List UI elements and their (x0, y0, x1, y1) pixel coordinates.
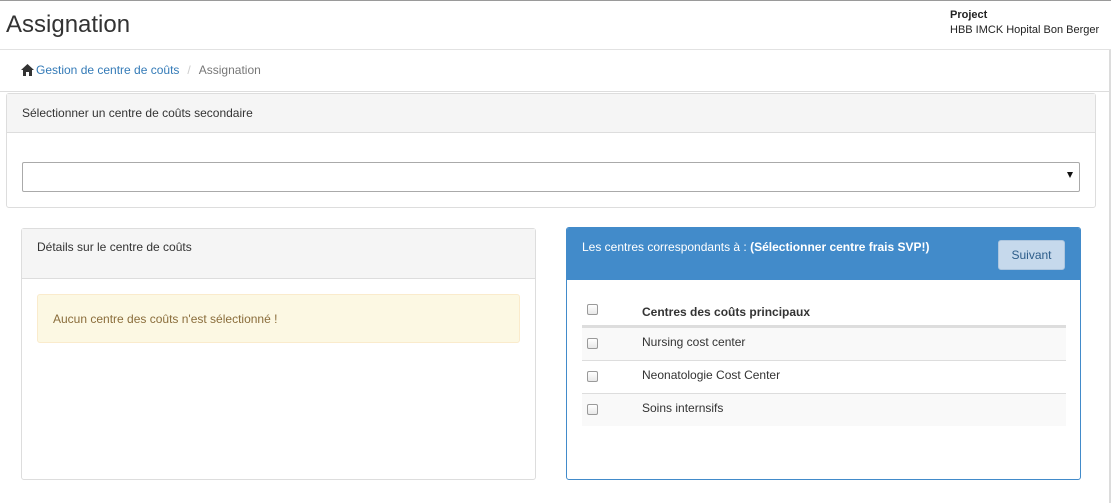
breadcrumb-current: Assignation (198, 63, 261, 77)
page-title: Assignation (6, 11, 131, 38)
table-row: Neonatologie Cost Center (582, 360, 1066, 393)
home-icon (21, 64, 34, 76)
select-all-checkbox[interactable] (587, 304, 598, 315)
matching-centers-panel: Les centres correspondants à : (Sélectio… (566, 227, 1081, 480)
row-checkbox[interactable] (587, 404, 598, 415)
no-selection-alert: Aucun centre des coûts n'est sélectionné… (37, 294, 520, 343)
secondary-cost-center-panel: Sélectionner un centre de coûts secondai… (6, 93, 1096, 208)
panel-heading: Les centres correspondants à : (Sélectio… (567, 228, 1080, 280)
heading-instruction: (Sélectionner centre frais SVP!) (750, 240, 930, 254)
dropdown-arrow-icon (1067, 172, 1073, 178)
secondary-cost-center-select[interactable] (22, 162, 1080, 192)
table-row: Nursing cost center (582, 327, 1066, 360)
row-label: Nursing cost center (642, 335, 746, 349)
breadcrumb-separator: / (187, 63, 191, 77)
table-row: Soins internsifs (582, 393, 1066, 426)
top-header: Assignation Project HBB IMCK Hopital Bon… (0, 0, 1111, 50)
row-checkbox[interactable] (587, 371, 598, 382)
heading-prefix: Les centres correspondants à : (582, 240, 751, 254)
project-name: HBB IMCK Hopital Bon Berger (950, 24, 1100, 36)
table-header-row: Centres des coûts principaux (582, 294, 1066, 327)
panel-heading: Sélectionner un centre de coûts secondai… (7, 94, 1095, 133)
next-button[interactable]: Suivant (998, 240, 1065, 270)
column-header: Centres des coûts principaux (642, 305, 811, 319)
row-label: Neonatologie Cost Center (642, 368, 781, 382)
project-info: Project HBB IMCK Hopital Bon Berger (950, 9, 1099, 36)
principal-cost-centers-table: Centres des coûts principaux Nursing cos… (582, 294, 1066, 426)
panel-heading: Détails sur le centre de coûts (22, 229, 535, 279)
breadcrumb-divider (0, 91, 1109, 92)
breadcrumb-link-cost-center-management[interactable]: Gestion de centre de coûts (36, 63, 179, 77)
cost-center-details-panel: Détails sur le centre de coûts Aucun cen… (21, 228, 536, 480)
breadcrumb: Gestion de centre de coûts / Assignation (21, 63, 261, 77)
row-checkbox[interactable] (587, 338, 598, 349)
project-label: Project (950, 9, 988, 21)
row-label: Soins internsifs (642, 401, 724, 415)
